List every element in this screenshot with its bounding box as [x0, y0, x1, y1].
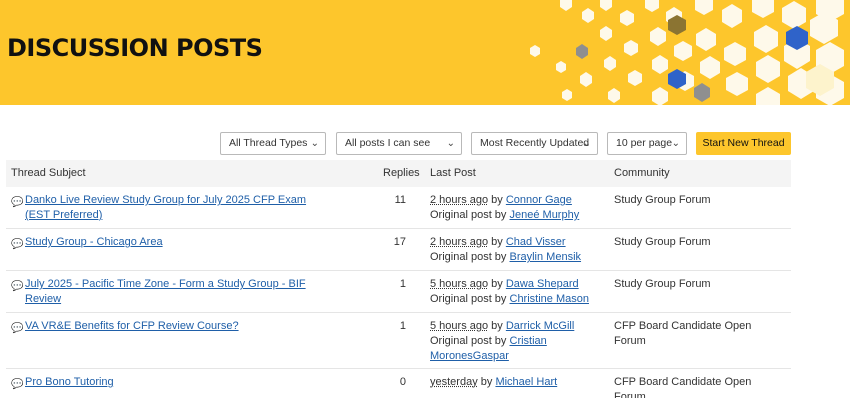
speech-bubble-icon: 💬 — [11, 195, 23, 210]
per-page-value: 10 per page — [616, 137, 672, 149]
original-author-link[interactable]: Braylin Mensik — [510, 251, 582, 263]
table-row: 💬 Pro Bono Tutoring 0 yesterday by Micha… — [6, 369, 791, 398]
last-post-cell: 2 hours ago by Connor Gage Original post… — [430, 193, 610, 223]
thread-link[interactable]: Pro Bono Tutoring — [25, 376, 114, 388]
original-post-label: Original post by — [430, 335, 506, 347]
last-post-author-link[interactable]: Dawa Shepard — [506, 278, 579, 290]
sort-select[interactable]: Most Recently Updated ⌄ — [471, 132, 598, 155]
by-label: by — [491, 278, 503, 290]
thread-types-select[interactable]: All Thread Types ⌄ — [220, 132, 326, 155]
by-label: by — [491, 194, 503, 206]
community-cell: Study Group Forum — [614, 277, 784, 292]
thread-subject-cell: 💬 Study Group - Chicago Area — [11, 235, 311, 250]
sort-value: Most Recently Updated — [480, 137, 589, 149]
last-post-author-link[interactable]: Michael Hart — [495, 376, 557, 388]
page-title: DISCUSSION POSTS — [7, 34, 262, 62]
thread-link[interactable]: Study Group - Chicago Area — [25, 236, 163, 248]
by-label: by — [491, 236, 503, 248]
community-cell: CFP Board Candidate Open Forum — [614, 319, 784, 349]
last-post-author-link[interactable]: Darrick McGill — [506, 320, 574, 332]
thread-link[interactable]: VA VR&E Benefits for CFP Review Course? — [25, 320, 239, 332]
table-row: 💬 VA VR&E Benefits for CFP Review Course… — [6, 313, 791, 369]
chevron-down-icon: ⌄ — [447, 133, 455, 154]
filter-bar: All Thread Types ⌄ All posts I can see ⌄… — [0, 132, 850, 156]
thread-link[interactable]: Danko Live Review Study Group for July 2… — [25, 194, 306, 221]
replies-count: 11 — [366, 193, 406, 208]
last-post-time: 2 hours ago — [430, 236, 488, 248]
per-page-select[interactable]: 10 per page ⌄ — [607, 132, 687, 155]
replies-count: 0 — [366, 375, 406, 390]
header-community: Community — [614, 167, 670, 179]
speech-bubble-icon: 💬 — [11, 279, 23, 294]
speech-bubble-icon: 💬 — [11, 321, 23, 336]
thread-subject-cell: 💬 Pro Bono Tutoring — [11, 375, 311, 390]
speech-bubble-icon: 💬 — [11, 377, 23, 392]
page-banner: DISCUSSION POSTS — [0, 0, 850, 105]
threads-table: Thread Subject Replies Last Post Communi… — [6, 160, 791, 398]
by-label: by — [481, 376, 493, 388]
last-post-time: 2 hours ago — [430, 194, 488, 206]
visibility-select[interactable]: All posts I can see ⌄ — [336, 132, 462, 155]
header-replies: Replies — [383, 167, 420, 179]
last-post-time: 5 hours ago — [430, 320, 488, 332]
header-subject: Thread Subject — [11, 167, 86, 179]
chevron-down-icon: ⌄ — [311, 133, 319, 154]
thread-link[interactable]: July 2025 - Pacific Time Zone - Form a S… — [25, 278, 306, 305]
original-post-label: Original post by — [430, 293, 506, 305]
last-post-author-link[interactable]: Connor Gage — [506, 194, 572, 206]
hex-gray-accent — [576, 44, 588, 59]
original-post-label: Original post by — [430, 209, 506, 221]
replies-count: 17 — [366, 235, 406, 250]
original-author-link[interactable]: Christine Mason — [510, 293, 589, 305]
chevron-down-icon: ⌄ — [583, 133, 591, 154]
community-cell: Study Group Forum — [614, 235, 784, 250]
replies-count: 1 — [366, 277, 406, 292]
thread-subject-cell: 💬 VA VR&E Benefits for CFP Review Course… — [11, 319, 311, 334]
thread-types-value: All Thread Types — [229, 137, 307, 149]
community-cell: Study Group Forum — [614, 193, 784, 208]
replies-count: 1 — [366, 319, 406, 334]
visibility-value: All posts I can see — [345, 137, 430, 149]
last-post-time: yesterday — [430, 376, 478, 388]
thread-subject-cell: 💬 Danko Live Review Study Group for July… — [11, 193, 311, 223]
last-post-cell: 2 hours ago by Chad Visser Original post… — [430, 235, 610, 265]
last-post-cell: 5 hours ago by Darrick McGill Original p… — [430, 319, 610, 364]
table-row: 💬 Danko Live Review Study Group for July… — [6, 187, 791, 229]
table-row: 💬 July 2025 - Pacific Time Zone - Form a… — [6, 271, 791, 313]
hex-gray-accent-2 — [694, 83, 710, 102]
by-label: by — [491, 320, 503, 332]
last-post-cell: 5 hours ago by Dawa Shepard Original pos… — [430, 277, 610, 307]
last-post-time: 5 hours ago — [430, 278, 488, 290]
community-cell: CFP Board Candidate Open Forum — [614, 375, 784, 398]
honeycomb-decoration — [500, 0, 850, 105]
table-header: Thread Subject Replies Last Post Communi… — [6, 160, 791, 187]
speech-bubble-icon: 💬 — [11, 237, 23, 252]
table-row: 💬 Study Group - Chicago Area 17 2 hours … — [6, 229, 791, 271]
original-author-link[interactable]: Jeneé Murphy — [510, 209, 580, 221]
last-post-author-link[interactable]: Chad Visser — [506, 236, 566, 248]
original-post-label: Original post by — [430, 251, 506, 263]
header-last-post: Last Post — [430, 167, 476, 179]
last-post-cell: yesterday by Michael Hart — [430, 375, 610, 390]
start-new-thread-button[interactable]: Start New Thread — [696, 132, 791, 155]
chevron-down-icon: ⌄ — [672, 133, 680, 154]
thread-subject-cell: 💬 July 2025 - Pacific Time Zone - Form a… — [11, 277, 311, 307]
